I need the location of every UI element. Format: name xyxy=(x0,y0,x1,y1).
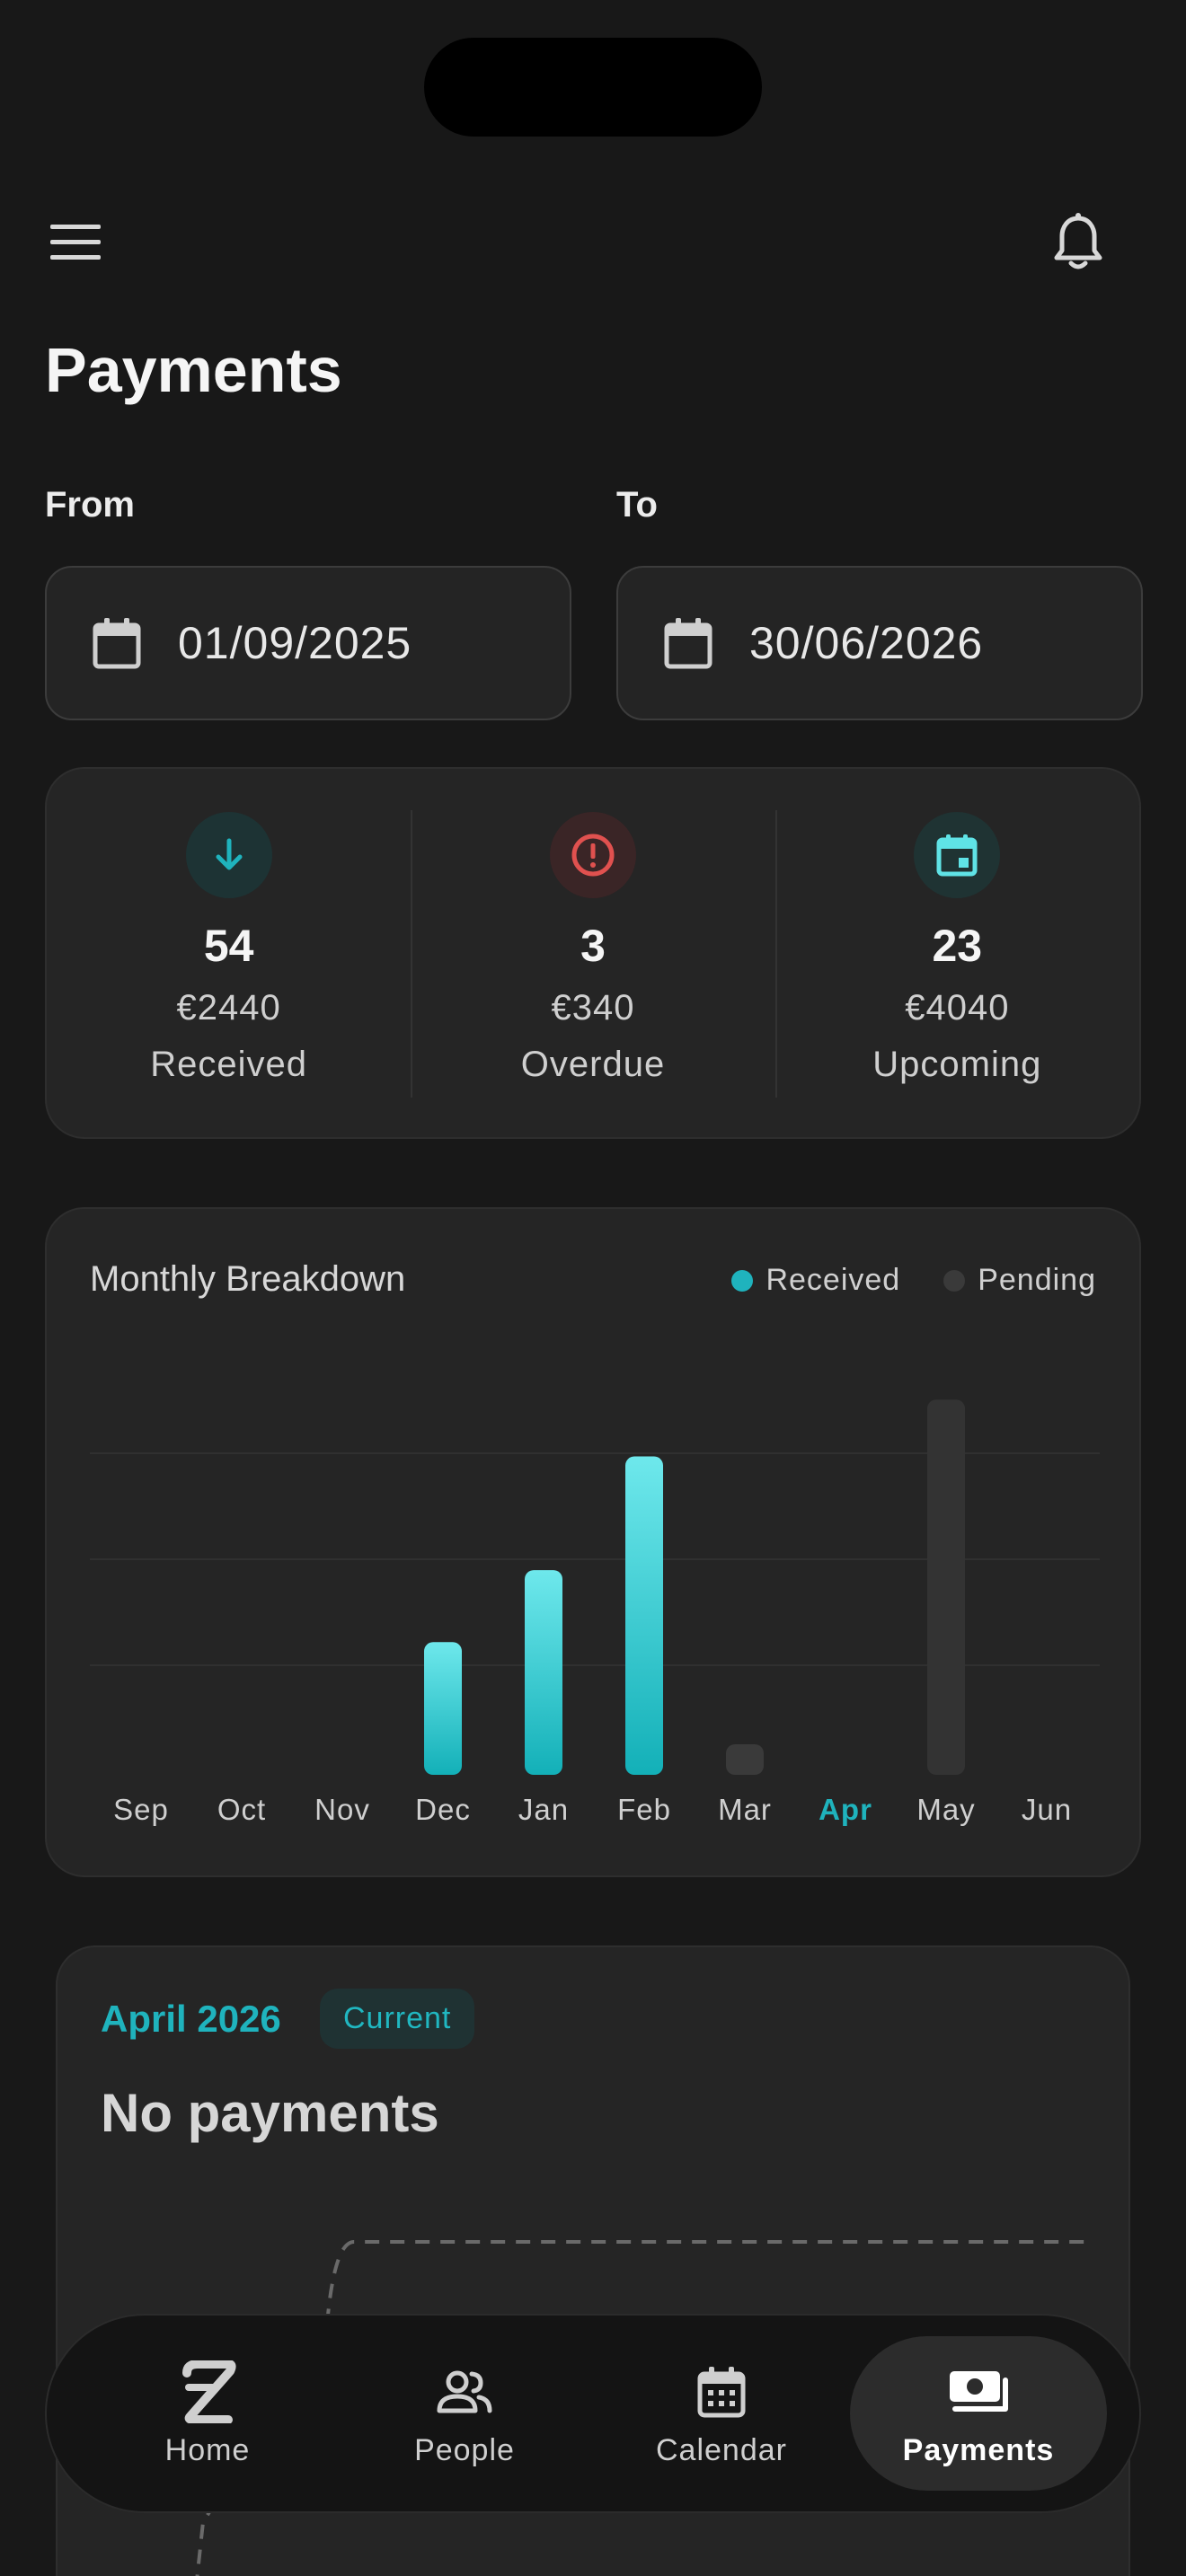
nav-label: People xyxy=(414,2432,515,2467)
cash-icon xyxy=(946,2360,1011,2424)
people-icon xyxy=(432,2360,497,2424)
bottom-navigation: Home People Calendar Payments xyxy=(45,2314,1141,2513)
bar-pending-may[interactable] xyxy=(927,1399,965,1775)
stat-label: Received xyxy=(150,1045,308,1084)
menu-button[interactable] xyxy=(45,216,106,269)
to-date-value: 30/06/2026 xyxy=(749,618,984,668)
stat-label: Upcoming xyxy=(872,1045,1042,1084)
nav-label: Calendar xyxy=(656,2432,787,2467)
stat-count: 3 xyxy=(580,921,606,971)
notifications-button[interactable] xyxy=(1042,207,1114,278)
x-tick-label: Nov xyxy=(314,1793,370,1826)
stat-amount: €2440 xyxy=(176,988,281,1028)
bar-received-feb[interactable] xyxy=(625,1456,663,1775)
x-tick-label: Jun xyxy=(1022,1793,1072,1826)
arrow-down-icon xyxy=(185,812,272,898)
x-tick-label: Feb xyxy=(617,1793,671,1826)
x-tick-label: Apr xyxy=(819,1793,872,1826)
x-tick-label: Sep xyxy=(113,1793,169,1826)
bar-chart: Sep Oct Nov Dec Jan Feb Mar Apr May Jun xyxy=(90,1399,1100,1826)
nav-item-calendar[interactable]: Calendar xyxy=(593,2336,850,2491)
calendar-grid-icon xyxy=(689,2360,754,2424)
nav-label: Payments xyxy=(902,2432,1055,2467)
bar-received-jan[interactable] xyxy=(525,1570,562,1775)
hamburger-menu-icon xyxy=(50,225,101,260)
from-date-field[interactable]: 01/09/2025 xyxy=(45,566,571,720)
nav-item-home[interactable]: Home xyxy=(79,2336,336,2491)
stat-received[interactable]: 54 €2440 Received xyxy=(47,769,411,1137)
bell-icon xyxy=(1054,213,1102,269)
to-label: To xyxy=(616,485,658,525)
to-date-field[interactable]: 30/06/2026 xyxy=(616,566,1143,720)
x-tick-label: Oct xyxy=(217,1793,266,1826)
stat-amount: €4040 xyxy=(905,988,1010,1028)
x-tick-label: Dec xyxy=(415,1793,471,1826)
home-logo-icon xyxy=(175,2360,240,2424)
nav-item-people[interactable]: People xyxy=(336,2336,593,2491)
x-tick-label: Mar xyxy=(718,1793,772,1826)
bar-received-dec[interactable] xyxy=(424,1642,462,1775)
stat-count: 54 xyxy=(203,921,254,971)
stat-label: Overdue xyxy=(520,1045,666,1084)
stat-overdue[interactable]: 3 €340 Overdue xyxy=(411,769,774,1137)
monthly-breakdown-card: Monthly Breakdown Received Pending Sep Oc… xyxy=(45,1207,1141,1877)
stat-upcoming[interactable]: 23 €4040 Upcoming xyxy=(774,769,1139,1137)
from-label: From xyxy=(45,485,135,525)
x-tick-label: Jan xyxy=(518,1793,569,1826)
calendar-icon xyxy=(914,812,1001,898)
camera-notch xyxy=(424,38,762,137)
stat-count: 23 xyxy=(932,921,983,971)
calendar-icon xyxy=(93,618,141,669)
alert-circle-icon xyxy=(549,812,636,898)
x-tick-label: May xyxy=(916,1793,975,1826)
nav-item-payments[interactable]: Payments xyxy=(850,2336,1107,2491)
summary-stats-card: 54 €2440 Received 3 €340 Overdue 23 €404 xyxy=(45,767,1141,1139)
nav-label: Home xyxy=(164,2432,251,2467)
page-title: Payments xyxy=(45,335,342,405)
calendar-icon xyxy=(664,618,712,669)
bar-pending-mar[interactable] xyxy=(726,1744,764,1775)
from-date-value: 01/09/2025 xyxy=(178,618,412,668)
stat-amount: €340 xyxy=(551,988,635,1028)
